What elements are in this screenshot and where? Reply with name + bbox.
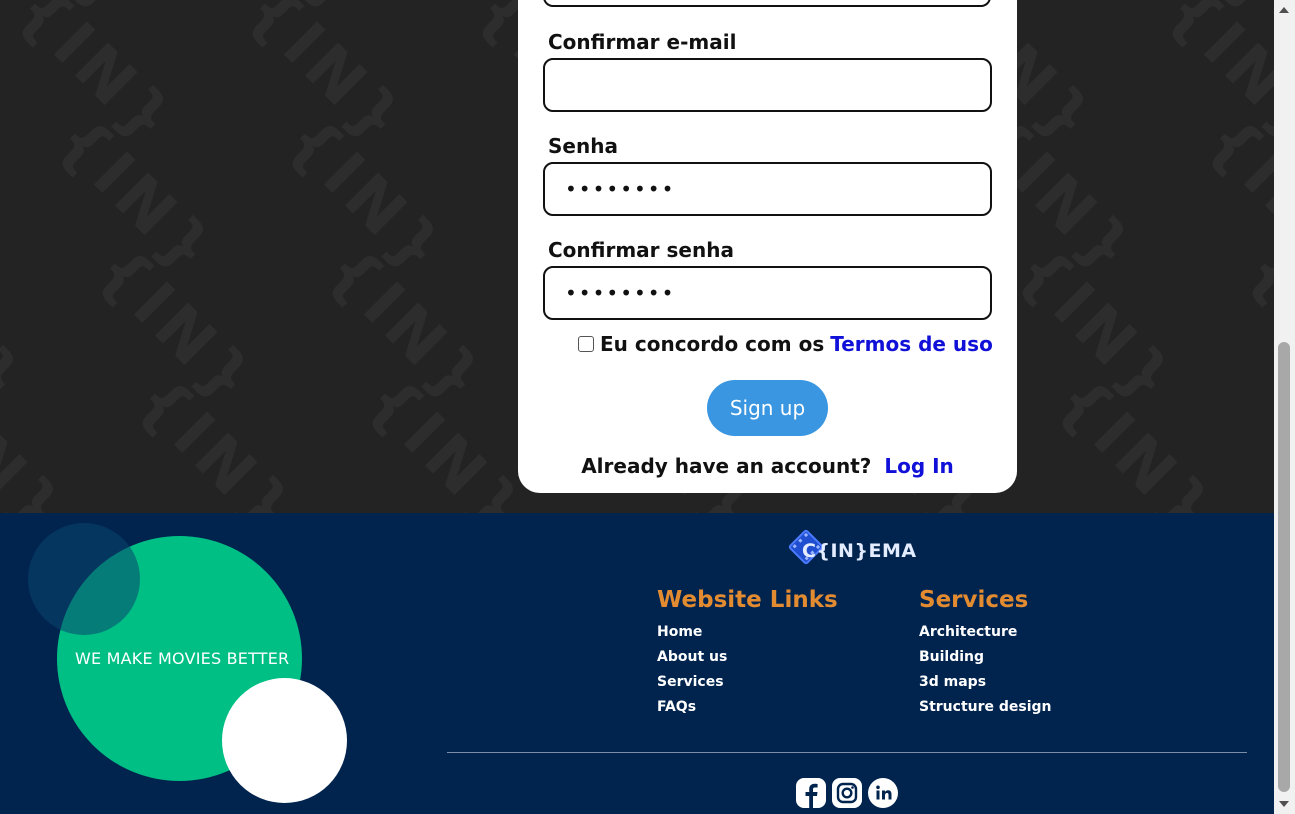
password-label: Senha [548,134,618,158]
scroll-thumb[interactable] [1278,342,1290,792]
footer-link-faqs[interactable]: FAQs [657,699,696,715]
footer-divider [447,752,1247,753]
terms-checkbox[interactable] [578,336,594,352]
login-prompt-line: Already have an account? Log In [518,454,1017,478]
white-circle-decoration [222,678,347,803]
pattern-text: {IN} [0,232,41,422]
cinema-logo[interactable]: C{IN}EMA [786,527,916,565]
terms-agreement: Eu concordo com os Termos de uso [578,332,993,356]
signup-card: Confirmar e-mail Senha •••••••• Confirma… [518,0,1017,493]
confirm-password-field[interactable]: •••••••• [543,266,992,320]
terms-link[interactable]: Termos de uso [830,332,993,356]
confirm-email-field[interactable] [543,58,992,112]
footer-link-services[interactable]: Services [657,674,724,690]
login-link[interactable]: Log In [884,454,953,478]
service-link-architecture[interactable]: Architecture [919,624,1017,640]
login-prompt-text: Already have an account? [581,454,872,478]
signup-button[interactable]: Sign up [707,380,828,436]
footer-link-about[interactable]: About us [657,649,727,665]
service-link-structure-design[interactable]: Structure design [919,699,1052,715]
pattern-text: {IN} [1232,232,1274,422]
footer: WE MAKE MOVIES BETTER C{IN}EMA Website L… [0,513,1274,814]
service-link-3d-maps[interactable]: 3d maps [919,674,986,690]
scroll-down-arrow-icon[interactable] [1279,801,1289,807]
scroll-up-arrow-icon[interactable] [1279,7,1289,13]
service-link-building[interactable]: Building [919,649,984,665]
footer-link-home[interactable]: Home [657,624,702,640]
confirm-email-label: Confirmar e-mail [548,30,737,54]
linkedin-icon[interactable] [868,778,898,808]
agree-text: Eu concordo com os [600,332,825,356]
blue-circle-decoration [28,523,140,635]
logo-text: C{IN}EMA [802,540,917,562]
confirm-password-label: Confirmar senha [548,238,734,262]
services-title: Services [919,587,1029,613]
website-links-title: Website Links [657,587,838,613]
vertical-scrollbar[interactable] [1274,0,1295,814]
instagram-icon[interactable] [832,778,862,808]
email-field[interactable] [543,0,991,7]
hero-background: {IN} {IN} {IN} {IN} {IN} {IN} {IN} {IN} {IN} {IN}… [0,0,1274,513]
footer-tagline: WE MAKE MOVIES BETTER [75,649,290,668]
password-field[interactable]: •••••••• [543,162,992,216]
facebook-icon[interactable] [796,778,826,808]
